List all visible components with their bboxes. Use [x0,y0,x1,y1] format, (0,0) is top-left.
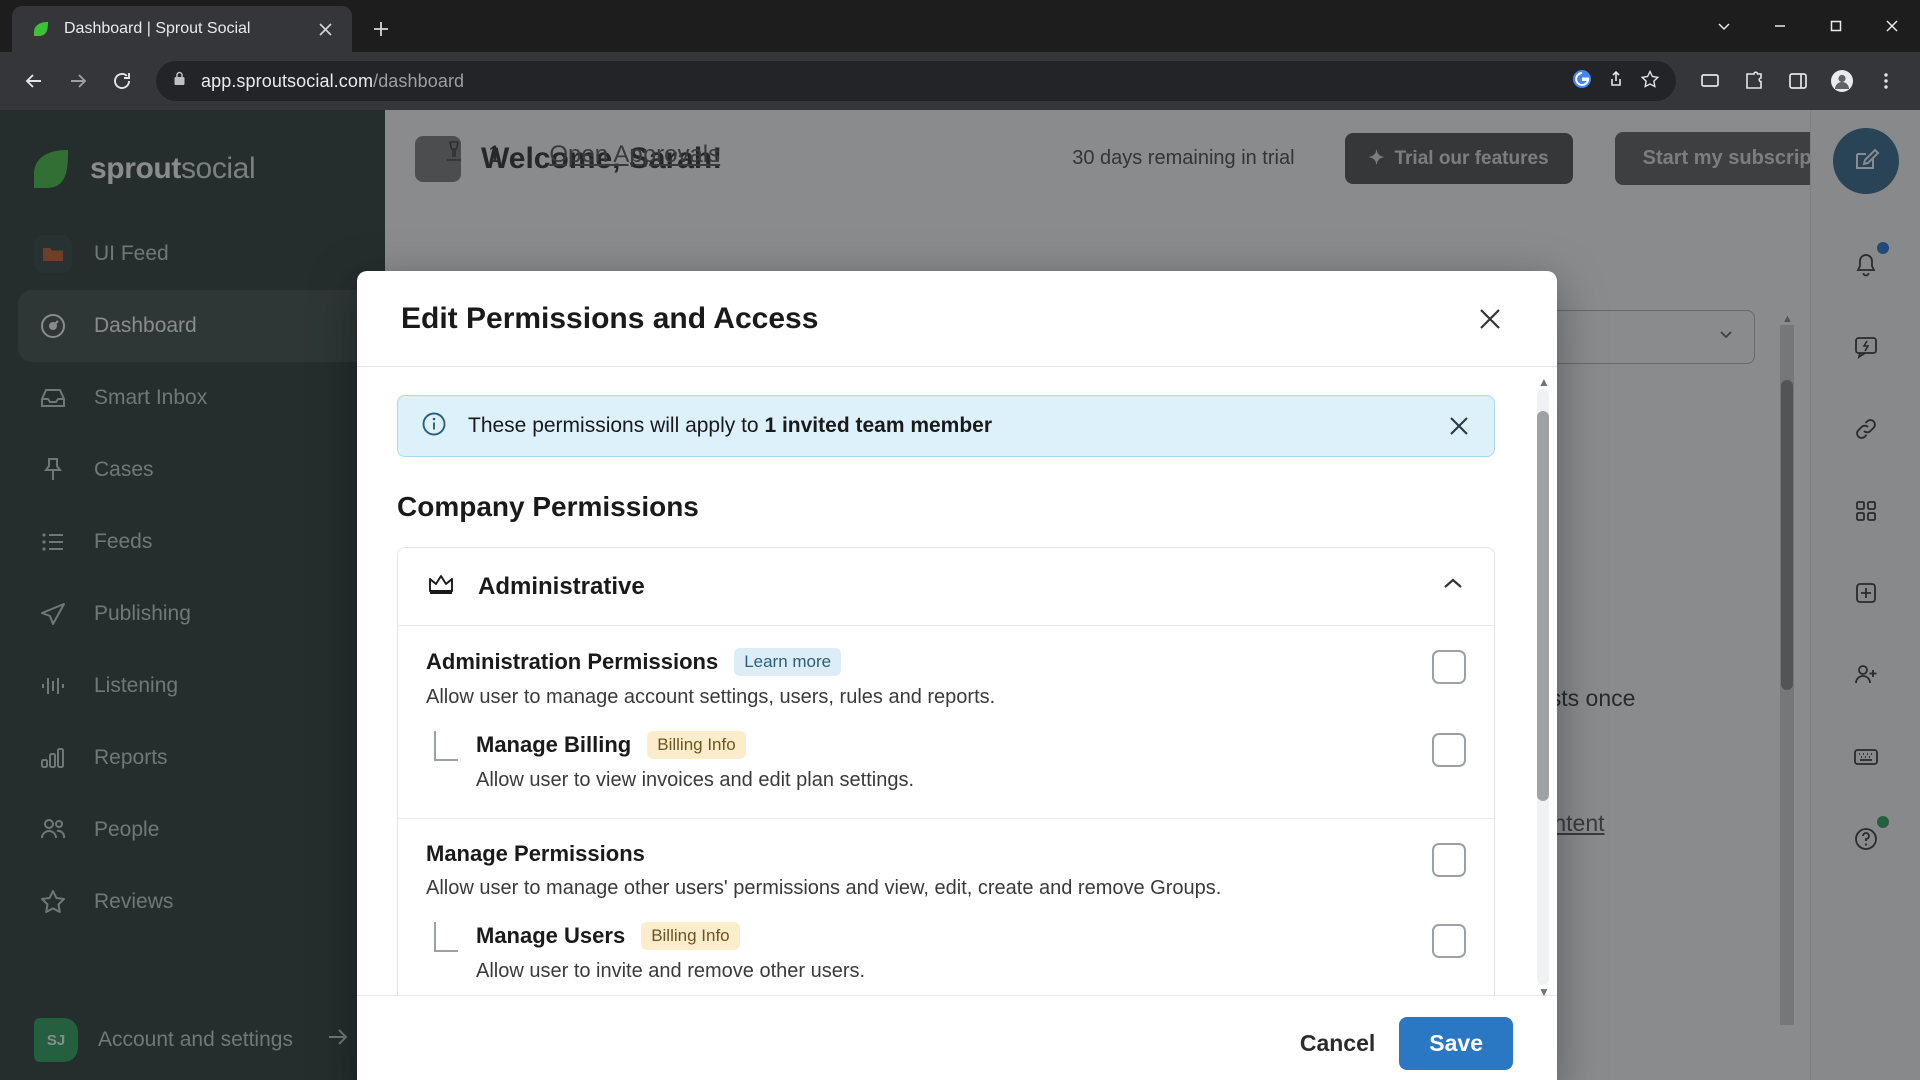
modal-scrollbar[interactable]: ▲ ▼ [1537,375,1550,995]
sub-permission: Manage Billing Billing Info Allow user t… [426,731,1466,792]
permission-title: Administration Permissions [426,649,719,674]
permission-main: Administration Permissions Learn more Al… [426,648,1406,709]
kebab-menu-icon[interactable] [1866,61,1906,101]
permission-checkbox[interactable] [1432,650,1466,684]
minimize-icon[interactable] [1752,6,1808,46]
info-circle-icon [420,410,448,443]
modal-close-icon[interactable] [1467,296,1513,342]
sub-permission-checkbox[interactable] [1432,733,1466,767]
section-title: Company Permissions [397,491,699,522]
omnibox-actions [1572,69,1660,94]
permission-checkbox-wrap [1406,841,1466,877]
app-viewport: Welcome, Sarah! 30 days remaining in tri… [0,110,1920,1080]
address-path: /dashboard [373,70,465,91]
window-close-icon[interactable] [1864,6,1920,46]
permission-row: Administration Permissions Learn more Al… [426,648,1466,709]
reload-icon[interactable] [102,61,142,101]
sub-permission-title: Manage Users [476,923,626,948]
permission-block: Administration Permissions Learn more Al… [398,626,1494,819]
new-tab-button[interactable] [368,16,394,42]
scroll-down-icon[interactable]: ▼ [1538,985,1550,995]
address-bar-text: app.sproutsocial.com/dashboard [201,71,464,92]
permission-group-administrative: Administrative Administration Permission… [397,547,1495,995]
back-arrow-icon[interactable] [14,61,54,101]
cast-icon[interactable] [1690,61,1730,101]
permission-main: Manage Permissions Allow user to manage … [426,841,1406,900]
permission-row: Manage Permissions Allow user to manage … [426,841,1466,900]
info-banner: These permissions will apply to 1 invite… [397,395,1495,457]
modal-scrollbar-thumb[interactable] [1537,411,1549,801]
address-domain: app.sproutsocial.com [201,70,374,91]
banner-close-icon[interactable] [1446,413,1472,439]
forward-arrow-icon[interactable] [58,61,98,101]
edit-permissions-modal: Edit Permissions and Access These permis… [357,271,1557,1080]
chevron-up-icon[interactable] [1440,571,1466,602]
sub-permission-row: Manage Users Billing Info Allow user to … [448,922,1466,983]
google-icon[interactable] [1572,69,1592,94]
sub-permission-main: Manage Billing Billing Info Allow user t… [476,731,1406,792]
billing-info-pill: Billing Info [647,731,746,759]
info-banner-text: These permissions will apply to 1 invite… [468,414,992,438]
sprout-leaf-icon [30,18,52,40]
chevron-down-icon[interactable] [1696,6,1752,46]
permission-title-line: Manage Permissions [426,841,1366,867]
modal-body: These permissions will apply to 1 invite… [357,367,1557,995]
permission-checkbox[interactable] [1432,843,1466,877]
profile-avatar-icon[interactable] [1822,61,1862,101]
sub-permission: Manage Users Billing Info Allow user to … [426,922,1466,983]
tree-elbow-icon [434,922,458,952]
sub-permission-description: Allow user to invite and remove other us… [476,960,866,982]
sub-permission-checkbox-wrap [1406,922,1466,958]
sub-permission-title-line: Manage Billing Billing Info [476,731,1366,759]
modal-footer: Cancel Save [357,995,1557,1080]
learn-more-pill[interactable]: Learn more [734,648,842,676]
save-button[interactable]: Save [1399,1017,1513,1070]
modal-header: Edit Permissions and Access [357,271,1557,367]
tab-close-icon[interactable] [312,16,338,42]
permission-description: Allow user to manage account settings, u… [426,686,996,708]
scroll-up-icon[interactable]: ▲ [1538,375,1550,389]
permission-group-header[interactable]: Administrative [398,548,1494,626]
puzzle-icon[interactable] [1734,61,1774,101]
window-controls [1696,6,1920,46]
side-panel-icon[interactable] [1778,61,1818,101]
lock-icon [172,70,187,92]
share-icon[interactable] [1606,69,1626,94]
browser-window: Dashboard | Sprout Social app.sproutsoci… [0,0,1920,1080]
tree-elbow-icon [434,731,458,761]
maximize-icon[interactable] [1808,6,1864,46]
sub-permission-title-line: Manage Users Billing Info [476,922,1366,950]
permission-group-name: Administrative [478,572,645,600]
permission-block: Manage Permissions Allow user to manage … [398,819,1494,995]
permission-checkbox-wrap [1406,648,1466,684]
sub-permission-description: Allow user to view invoices and edit pla… [476,769,915,791]
browser-toolbar: app.sproutsocial.com/dashboard [0,52,1920,110]
info-banner-count: 1 invited team member [764,414,993,437]
crown-icon [426,571,456,602]
star-icon[interactable] [1640,69,1660,94]
tab-strip: Dashboard | Sprout Social [0,0,1920,52]
sub-permission-main: Manage Users Billing Info Allow user to … [476,922,1406,983]
permission-title: Manage Permissions [426,841,645,866]
billing-info-pill: Billing Info [641,922,740,950]
modal-title: Edit Permissions and Access [401,301,819,335]
permission-description: Allow user to manage other users' permis… [426,877,1222,899]
info-banner-prefix: These permissions will apply to [468,414,765,437]
permission-title-line: Administration Permissions Learn more [426,648,1366,676]
address-bar[interactable]: app.sproutsocial.com/dashboard [156,61,1676,101]
sub-permission-row: Manage Billing Billing Info Allow user t… [448,731,1466,792]
browser-tab[interactable]: Dashboard | Sprout Social [12,6,352,52]
cancel-button[interactable]: Cancel [1300,1030,1375,1057]
sub-permission-checkbox[interactable] [1432,924,1466,958]
tab-title: Dashboard | Sprout Social [64,20,251,37]
sub-permission-title: Manage Billing [476,732,632,757]
sub-permission-checkbox-wrap [1406,731,1466,767]
